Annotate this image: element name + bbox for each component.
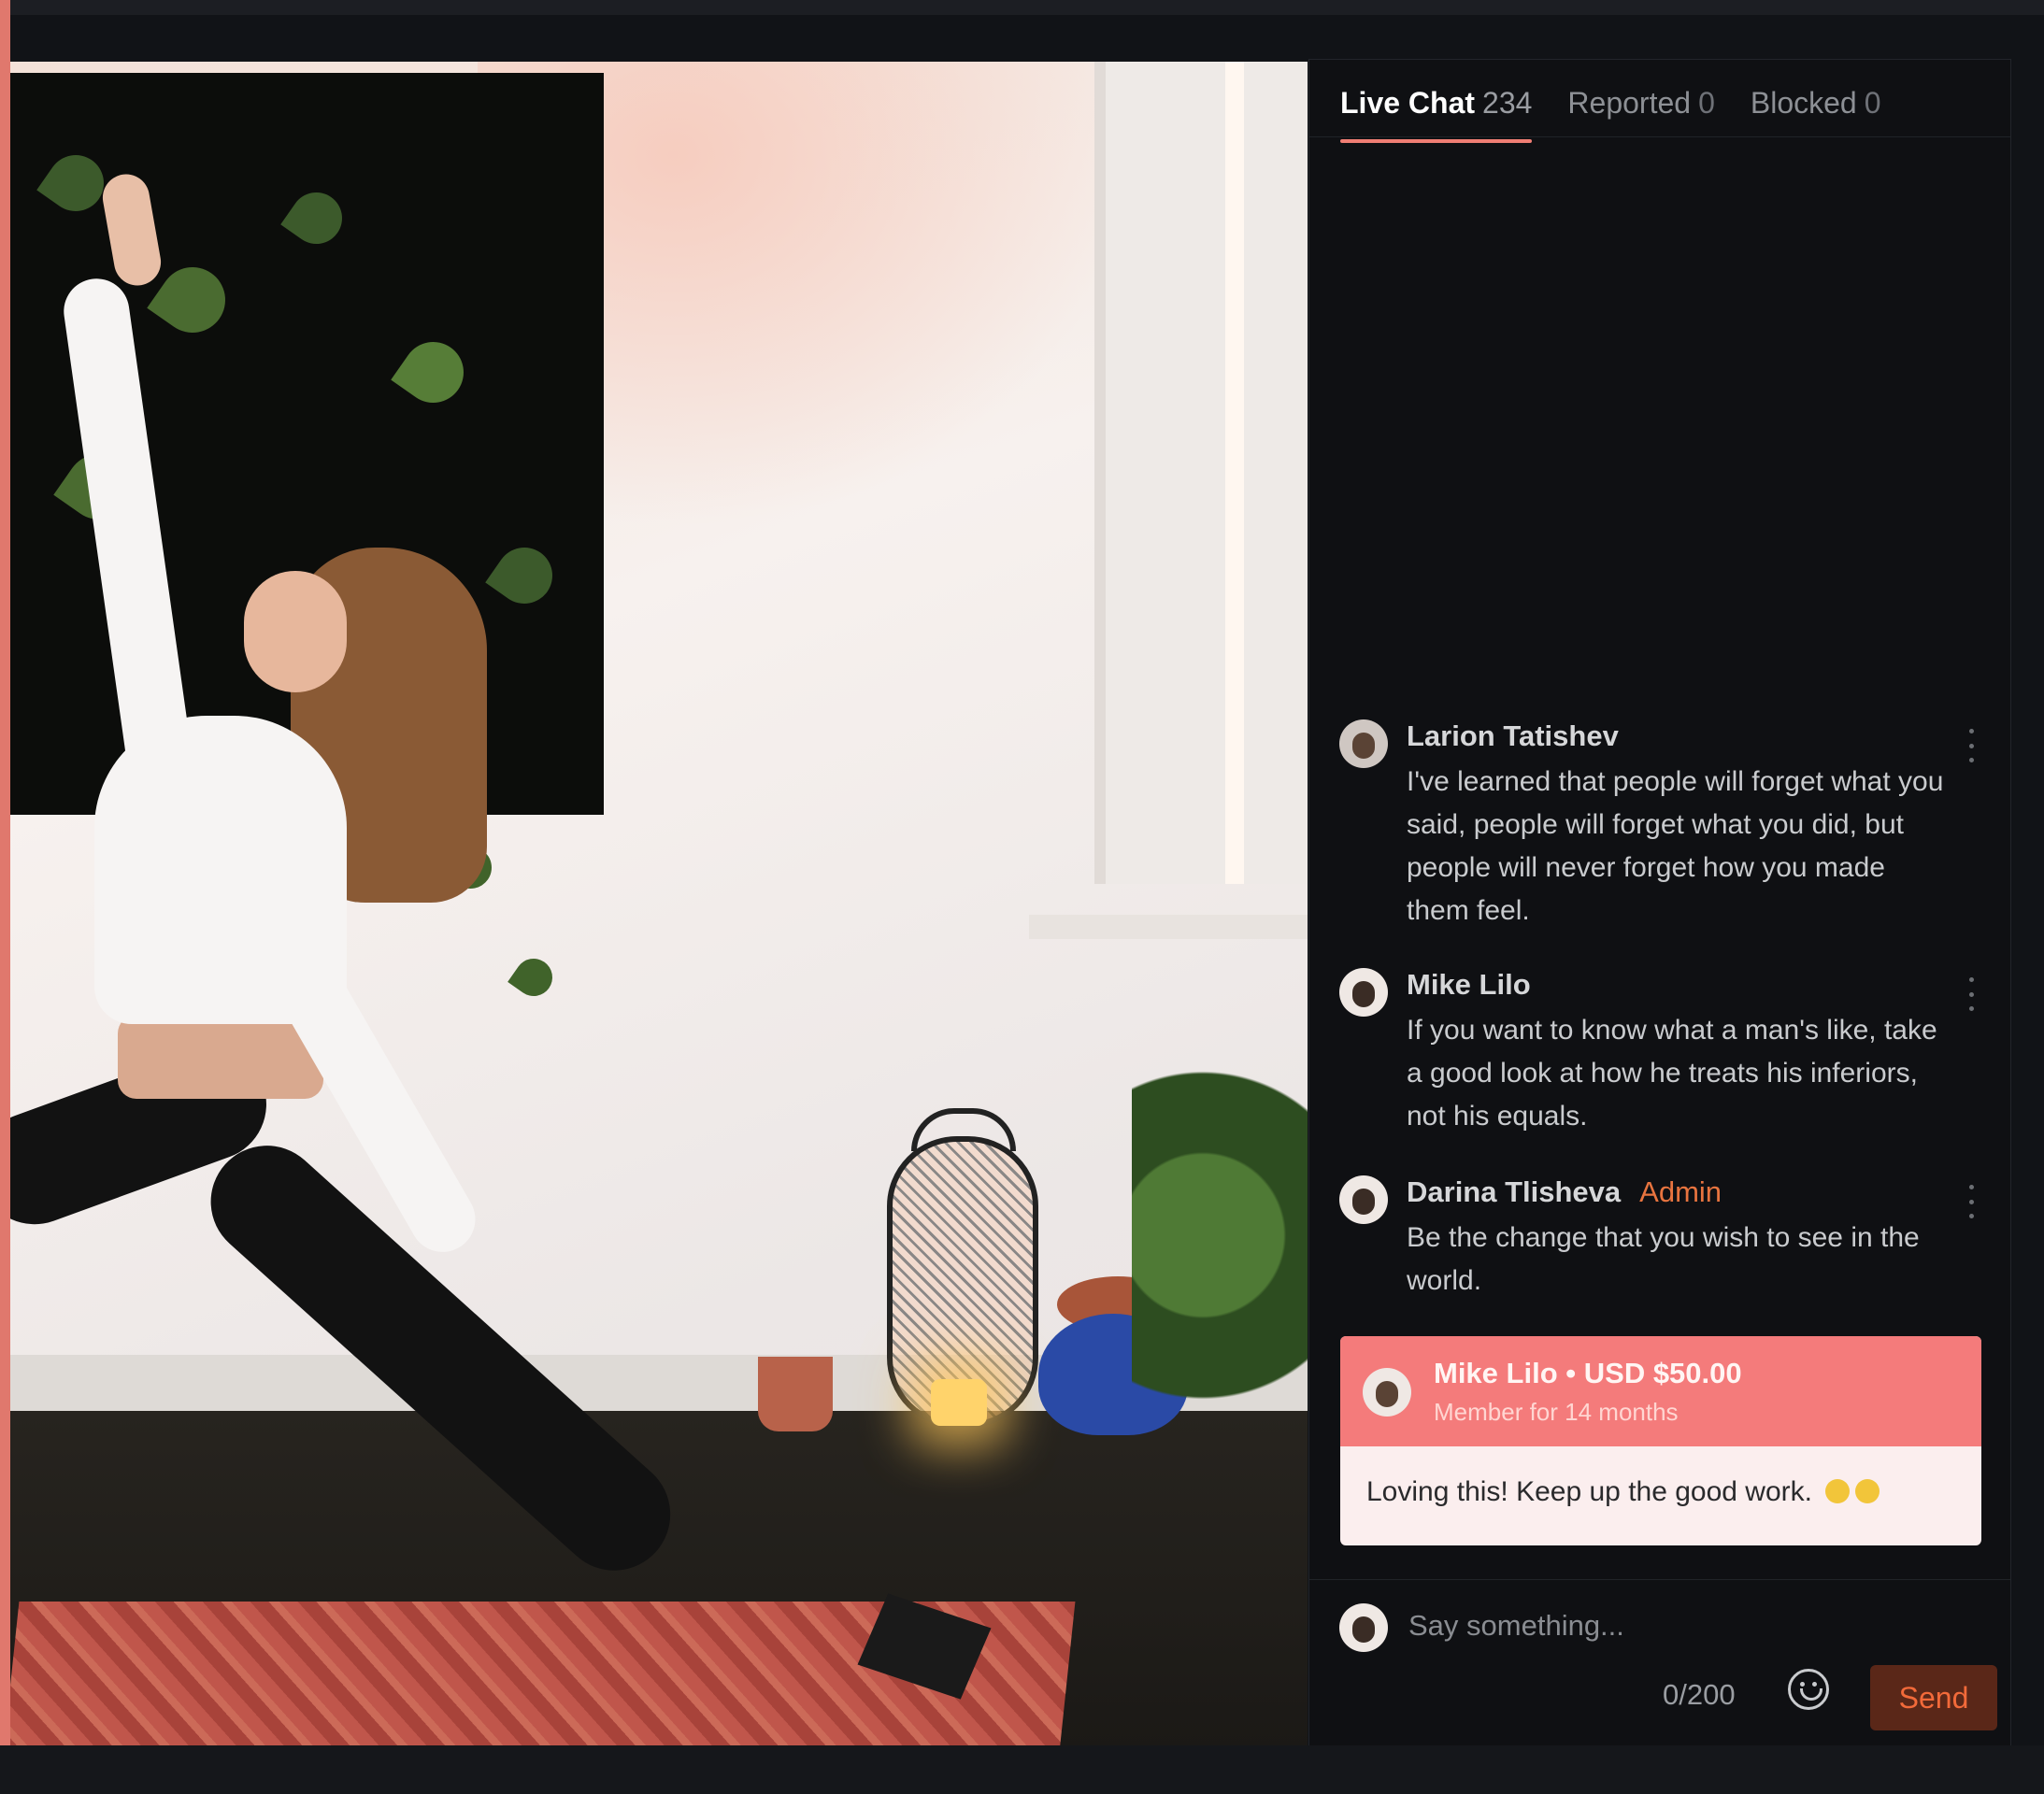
left-accent-strip: [0, 0, 10, 1794]
large-plant: [1132, 1071, 1308, 1482]
avatar-head: [1352, 981, 1375, 1007]
message-text: I've learned that people will forget wha…: [1407, 766, 1944, 926]
tab-blocked[interactable]: Blocked 0: [1751, 86, 1881, 143]
video-player[interactable]: [10, 62, 1308, 1749]
donation-card: Mike Lilo • USD $50.00 Member for 14 mon…: [1340, 1336, 1981, 1545]
admin-badge: Admin: [1639, 1175, 1722, 1208]
avatar[interactable]: [1339, 968, 1388, 1017]
message-author: Mike Lilo: [1407, 968, 1531, 1001]
candle: [931, 1379, 987, 1426]
smiley-face-icon[interactable]: [1788, 1669, 1829, 1710]
current-user-avatar: [1339, 1603, 1388, 1652]
avatar-head: [1376, 1381, 1398, 1407]
leaf: [507, 951, 560, 1004]
eye: [1812, 1682, 1817, 1687]
tabs-divider: [1309, 136, 2010, 137]
window-light: [1225, 62, 1244, 884]
separator: •: [1565, 1357, 1577, 1389]
member-duration: Member for 14 months: [1434, 1398, 1679, 1426]
donation-title: Mike Lilo • USD $50.00: [1434, 1357, 1742, 1390]
waist: [118, 1015, 323, 1099]
eye: [1800, 1682, 1805, 1687]
donation-message-text: Loving this! Keep up the good work.: [1366, 1476, 1812, 1507]
window-shutter: [1094, 62, 1308, 884]
tab-label: Blocked: [1750, 86, 1857, 120]
face: [244, 571, 347, 692]
message-author: Darina Tlisheva Admin: [1407, 1175, 1722, 1209]
avatar-head: [1352, 733, 1375, 759]
bottom-bar: [0, 1745, 2044, 1794]
send-button[interactable]: Send: [1870, 1665, 1997, 1730]
avatar-head: [1352, 1616, 1375, 1643]
donor-avatar[interactable]: [1363, 1368, 1411, 1417]
grin-emoji-icon: [1855, 1479, 1880, 1503]
more-options-icon[interactable]: [1967, 729, 1975, 762]
top-bar: [0, 0, 2044, 15]
tab-live-chat[interactable]: Live Chat 234: [1340, 86, 1533, 143]
smile: [1800, 1688, 1822, 1701]
avatar[interactable]: [1339, 1175, 1388, 1224]
message-author: Larion Tatishev: [1407, 719, 1619, 752]
chat-message-input[interactable]: [1407, 1602, 1971, 1650]
tab-count: 0: [1698, 86, 1715, 120]
tab-label: Reported: [1567, 86, 1692, 120]
donation-amount: USD $50.00: [1583, 1357, 1742, 1389]
message-text: If you want to know what a man's like, t…: [1407, 1015, 1937, 1132]
message-text: Be the change that you wish to see in th…: [1407, 1222, 1920, 1296]
author-name: Darina Tlisheva: [1407, 1175, 1622, 1208]
composer-divider: [1309, 1579, 2010, 1580]
donation-header: [1340, 1336, 1981, 1446]
more-options-icon[interactable]: [1967, 977, 1975, 1011]
grin-emoji-icon: [1825, 1479, 1851, 1503]
window-sill: [1029, 915, 1308, 939]
donor-name: Mike Lilo: [1434, 1357, 1558, 1389]
character-counter: 0/200: [1663, 1678, 1736, 1711]
tab-count: 234: [1482, 86, 1533, 120]
donation-message: Loving this! Keep up the good work.: [1366, 1476, 1880, 1508]
avatar[interactable]: [1339, 719, 1388, 768]
chat-panel: Live Chat 234 Reported 0 Blocked 0 Larion T…: [1308, 59, 2011, 1752]
more-options-icon[interactable]: [1967, 1185, 1975, 1218]
tab-reported[interactable]: Reported 0: [1567, 86, 1714, 143]
small-plant-pot: [758, 1357, 833, 1431]
tab-count: 0: [1864, 86, 1881, 120]
chat-tabs: Live Chat 234 Reported 0 Blocked 0: [1340, 86, 1881, 143]
tab-label: Live Chat: [1340, 86, 1476, 120]
avatar-head: [1352, 1189, 1375, 1215]
